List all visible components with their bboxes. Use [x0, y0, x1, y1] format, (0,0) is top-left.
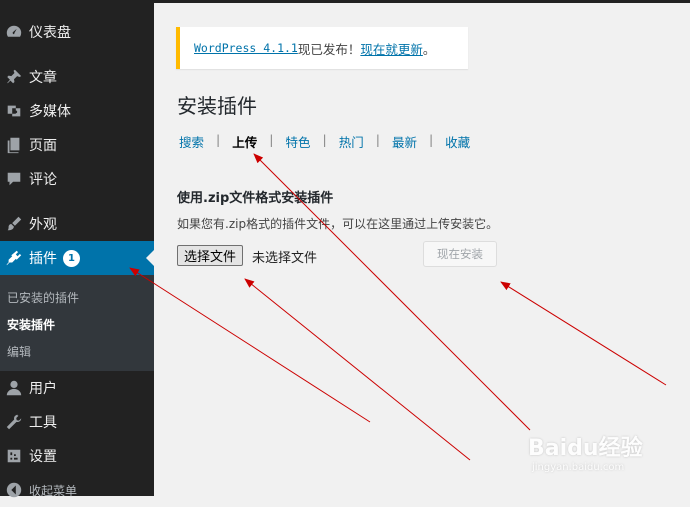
install-now-button[interactable]: 现在安装	[423, 241, 497, 267]
plugin-icon	[4, 248, 24, 268]
sidebar-item-plugins[interactable]: 插件 1	[0, 241, 154, 275]
sidebar-item-dashboard[interactable]: 仪表盘	[0, 15, 154, 49]
tab-separator: |	[269, 132, 274, 147]
watermark-main-text: Baidu经验	[528, 436, 643, 461]
sidebar-item-label: 用户	[29, 381, 57, 397]
tab-separator: |	[428, 132, 434, 147]
watermark-url-text: jingyan.baidu.com	[532, 462, 625, 473]
sidebar-item-label: 外观	[29, 217, 57, 233]
sidebar-item-label: 评论	[29, 172, 57, 188]
collapse-icon	[4, 480, 24, 500]
sidebar-item-label: 仪表盘	[29, 25, 71, 41]
sidebar-item-appearance[interactable]: 外观	[0, 207, 154, 241]
sidebar-item-label: 工具	[29, 415, 57, 431]
sidebar-item-settings[interactable]: 设置	[0, 439, 154, 473]
settings-icon	[4, 446, 24, 466]
tab-popular[interactable]: 热门	[339, 132, 364, 151]
update-now-link[interactable]: 现在就更新	[360, 39, 423, 58]
sidebar-item-users[interactable]: 用户	[0, 371, 154, 405]
sidebar-item-pages[interactable]: 页面	[0, 128, 154, 162]
tab-featured[interactable]: 特色	[285, 132, 310, 151]
page-icon	[4, 135, 24, 155]
plugins-submenu: 已安装的插件 安装插件 编辑	[0, 275, 154, 371]
arrow-to-plugins-menu	[129, 267, 371, 423]
comment-icon	[4, 169, 24, 189]
notice-end: 。	[422, 41, 436, 57]
tab-separator: |	[375, 132, 380, 147]
collapse-menu-button[interactable]: 收起菜单	[0, 473, 154, 507]
pin-icon	[4, 67, 24, 87]
tab-upload[interactable]: 上传	[232, 132, 257, 151]
sidebar-item-tools[interactable]: 工具	[0, 405, 154, 439]
arrow-to-install-button	[500, 281, 667, 386]
sidebar-item-label: 插件	[29, 251, 57, 267]
user-icon	[4, 378, 24, 398]
sidebar-item-label: 设置	[29, 449, 57, 465]
update-count-badge: 1	[63, 249, 80, 267]
submenu-editor[interactable]: 编辑	[7, 343, 31, 360]
sidebar-item-label: 文章	[29, 70, 57, 86]
sidebar-item-posts[interactable]: 文章	[0, 60, 154, 94]
sidebar-item-comments[interactable]: 评论	[0, 162, 154, 196]
wordpress-version-link[interactable]: WordPress 4.1.1	[194, 41, 298, 55]
media-icon	[4, 101, 24, 121]
tab-separator: |	[216, 132, 221, 147]
wrench-icon	[4, 412, 24, 432]
baidu-watermark: Baidu经验 jingyan.baidu.com	[528, 430, 643, 473]
update-notice: WordPress 4.1.1 现已发布！ 现在就更新 。	[176, 27, 468, 69]
sidebar-item-media[interactable]: 多媒体	[0, 94, 154, 128]
tab-newest[interactable]: 最新	[392, 132, 417, 151]
upload-description: 如果您有.zip格式的插件文件，可以在这里通过上传安装它。	[177, 217, 499, 231]
submenu-add-plugins[interactable]: 安装插件	[7, 316, 55, 333]
tab-favorites[interactable]: 收藏	[445, 132, 470, 151]
notice-text: 现已发布！	[297, 41, 361, 57]
page-title: 安装插件	[177, 94, 257, 118]
no-file-selected-text: 未选择文件	[252, 251, 318, 266]
arrow-to-choose-file	[244, 278, 471, 461]
upload-heading: 使用.zip文件格式安装插件	[177, 191, 334, 206]
brush-icon	[4, 214, 24, 234]
active-menu-arrow	[146, 250, 154, 266]
tab-separator: |	[322, 132, 327, 147]
sidebar-item-label: 多媒体	[29, 104, 71, 120]
tab-search[interactable]: 搜索	[179, 132, 204, 151]
dashboard-icon	[4, 22, 24, 42]
admin-sidebar: 仪表盘 文章 多媒体 页面 评论 外观 插件 1 已安装的插件 安装插件 编辑 …	[0, 3, 154, 498]
plugin-install-tabs: 搜索 | 上传 | 特色 | 热门 | 最新 | 收藏	[179, 132, 470, 151]
sidebar-item-label: 页面	[29, 138, 57, 154]
choose-file-button[interactable]: 选择文件	[177, 245, 244, 266]
submenu-installed-plugins[interactable]: 已安装的插件	[7, 289, 79, 306]
